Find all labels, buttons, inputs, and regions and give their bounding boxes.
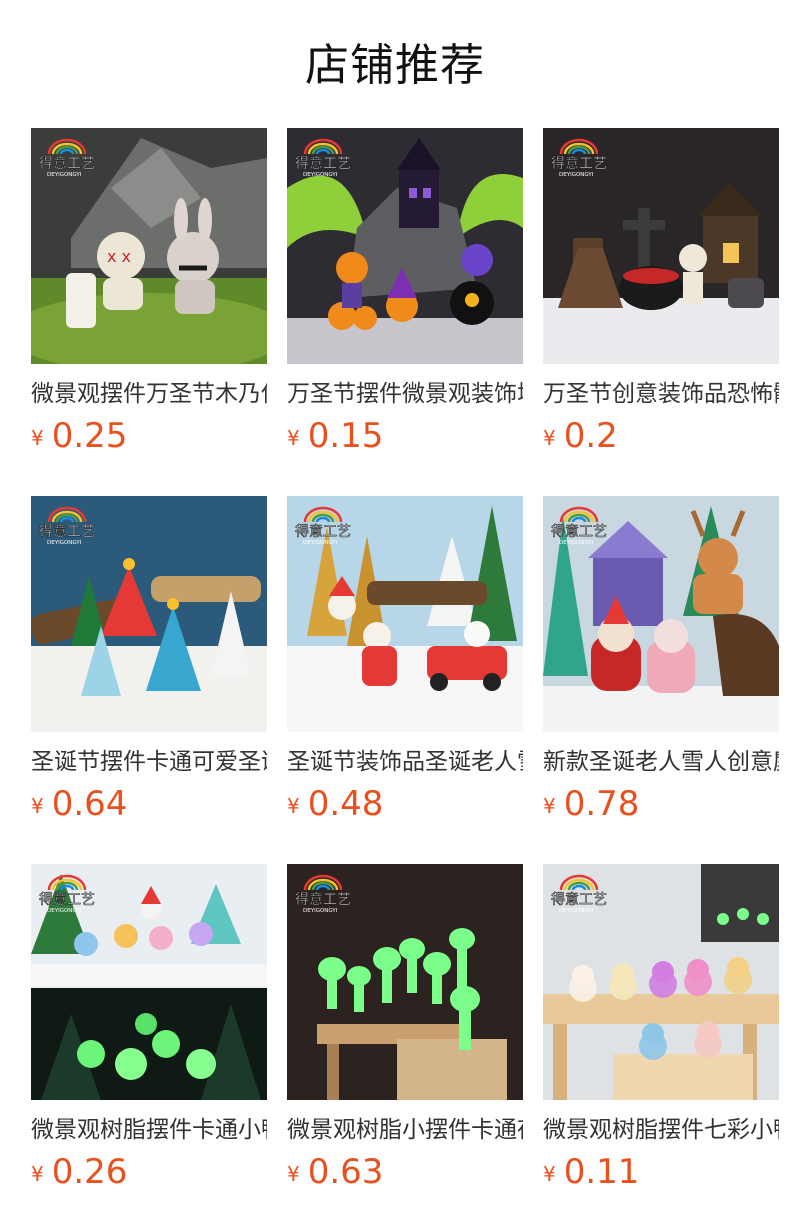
svg-text:DEYIGONGYI: DEYIGONGYI [303,908,338,914]
product-image[interactable]: x x 得意工艺 DEYIGONGYI [31,128,267,364]
product-name[interactable]: 圣诞节摆件卡通可爱圣诞树 [31,746,267,778]
product-name[interactable]: 微景观树脂摆件卡通小鸭子夜光 [31,1114,267,1146]
brand-logo: 得意工艺 DEYIGONGYI [295,506,351,546]
svg-text:得意工艺: 得意工艺 [551,891,607,908]
product-price: ¥0.2 [543,414,618,458]
price-amount: 0.2 [563,416,618,456]
price-amount: 0.48 [307,784,384,824]
currency-symbol: ¥ [287,1162,300,1186]
product-card[interactable]: 得意工艺 DEYIGONGYI 微景观树脂小摆件卡通夜光精灵 ¥0.63 [287,864,523,1204]
brand-logo: 得意工艺 DEYIGONGYI [295,874,351,914]
product-price: ¥0.64 [31,782,127,826]
svg-text:DEYIGONGYI: DEYIGONGYI [303,540,338,546]
product-image[interactable]: 得意工艺 DEYIGONGYI [31,864,267,1100]
shop-recommendation-page: 店铺推荐 x x 得意工艺 DEYIGONGYI 微景观摆件万圣节木乃伊兔子装饰… [0,0,790,1232]
svg-text:DEYIGONGYI: DEYIGONGYI [47,172,82,178]
product-name[interactable]: 微景观树脂摆件七彩小鸭子 [543,1114,779,1146]
svg-text:得意工艺: 得意工艺 [551,523,607,540]
product-name[interactable]: 万圣节创意装饰品恐怖骷髅 [543,378,779,410]
svg-text:DEYIGONGYI: DEYIGONGYI [559,908,594,914]
product-price: ¥0.48 [287,782,383,826]
svg-text:DEYIGONGYI: DEYIGONGYI [47,540,82,546]
product-price: ¥0.26 [31,1150,127,1194]
product-image[interactable]: 得意工艺 DEYIGONGYI [543,128,779,364]
product-price: ¥0.15 [287,414,383,458]
product-image[interactable]: 得意工艺 DEYIGONGYI [543,496,779,732]
brand-logo: 得意工艺 DEYIGONGYI [39,874,95,914]
product-name[interactable]: 微景观摆件万圣节木乃伊兔子装饰 [31,378,267,410]
product-image[interactable]: 得意工艺 DEYIGONGYI [287,496,523,732]
product-image[interactable]: 得意工艺 DEYIGONGYI [31,496,267,732]
svg-text:DEYIGONGYI: DEYIGONGYI [559,540,594,546]
price-amount: 0.15 [307,416,384,456]
svg-text:x x: x x [107,247,131,266]
price-amount: 0.64 [51,784,128,824]
product-card[interactable]: 得意工艺 DEYIGONGYI 新款圣诞老人雪人创意麋鹿 ¥0.78 [543,496,779,836]
product-card[interactable]: x x 得意工艺 DEYIGONGYI 微景观摆件万圣节木乃伊兔子装饰 ¥0.2… [31,128,267,468]
product-price: ¥0.11 [543,1150,639,1194]
currency-symbol: ¥ [31,1162,44,1186]
product-price: ¥0.78 [543,782,639,826]
product-name[interactable]: 新款圣诞老人雪人创意麋鹿 [543,746,779,778]
product-price: ¥0.25 [31,414,127,458]
product-card[interactable]: 得意工艺 DEYIGONGYI 微景观树脂摆件七彩小鸭子 ¥0.11 [543,864,779,1204]
brand-logo: 得意工艺 DEYIGONGYI [39,506,95,546]
svg-text:DEYIGONGYI: DEYIGONGYI [559,172,594,178]
price-amount: 0.11 [563,1152,640,1192]
price-amount: 0.25 [51,416,128,456]
product-name[interactable]: 圣诞节装饰品圣诞老人雪人小火车 [287,746,523,778]
product-name[interactable]: 微景观树脂小摆件卡通夜光精灵 [287,1114,523,1146]
currency-symbol: ¥ [31,794,44,818]
price-amount: 0.78 [563,784,640,824]
svg-text:得意工艺: 得意工艺 [551,155,607,172]
price-amount: 0.26 [51,1152,128,1192]
product-image[interactable]: 得意工艺 DEYIGONGYI [287,128,523,364]
product-card[interactable]: 得意工艺 DEYIGONGYI 圣诞节装饰品圣诞老人雪人小火车 ¥0.48 [287,496,523,836]
brand-logo: 得意工艺 DEYIGONGYI [551,506,607,546]
product-card[interactable]: 得意工艺 DEYIGONGYI 微景观树脂摆件卡通小鸭子夜光 ¥0.26 [31,864,267,1204]
brand-logo: 得意工艺 DEYIGONGYI [295,138,351,178]
currency-symbol: ¥ [543,426,556,450]
svg-text:得意工艺: 得意工艺 [39,891,95,908]
svg-text:得意工艺: 得意工艺 [295,523,351,540]
product-image[interactable]: 得意工艺 DEYIGONGYI [287,864,523,1100]
price-amount: 0.63 [307,1152,384,1192]
currency-symbol: ¥ [31,426,44,450]
svg-text:DEYIGONGYI: DEYIGONGYI [47,908,82,914]
svg-text:得意工艺: 得意工艺 [295,155,351,172]
product-card[interactable]: 得意工艺 DEYIGONGYI 万圣节摆件微景观装饰城堡南瓜 ¥0.15 [287,128,523,468]
currency-symbol: ¥ [543,1162,556,1186]
product-price: ¥0.63 [287,1150,383,1194]
svg-text:得意工艺: 得意工艺 [39,523,95,540]
currency-symbol: ¥ [287,426,300,450]
svg-text:得意工艺: 得意工艺 [39,155,95,172]
svg-text:得意工艺: 得意工艺 [295,891,351,908]
product-card[interactable]: 得意工艺 DEYIGONGYI 圣诞节摆件卡通可爱圣诞树 ¥0.64 [31,496,267,836]
brand-logo: 得意工艺 DEYIGONGYI [551,874,607,914]
brand-logo: 得意工艺 DEYIGONGYI [39,138,95,178]
product-image[interactable]: 得意工艺 DEYIGONGYI [543,864,779,1100]
product-name[interactable]: 万圣节摆件微景观装饰城堡南瓜 [287,378,523,410]
svg-text:DEYIGONGYI: DEYIGONGYI [303,172,338,178]
product-card[interactable]: 得意工艺 DEYIGONGYI 万圣节创意装饰品恐怖骷髅 ¥0.2 [543,128,779,468]
page-title: 店铺推荐 [305,40,485,91]
currency-symbol: ¥ [543,794,556,818]
currency-symbol: ¥ [287,794,300,818]
brand-logo: 得意工艺 DEYIGONGYI [551,138,607,178]
